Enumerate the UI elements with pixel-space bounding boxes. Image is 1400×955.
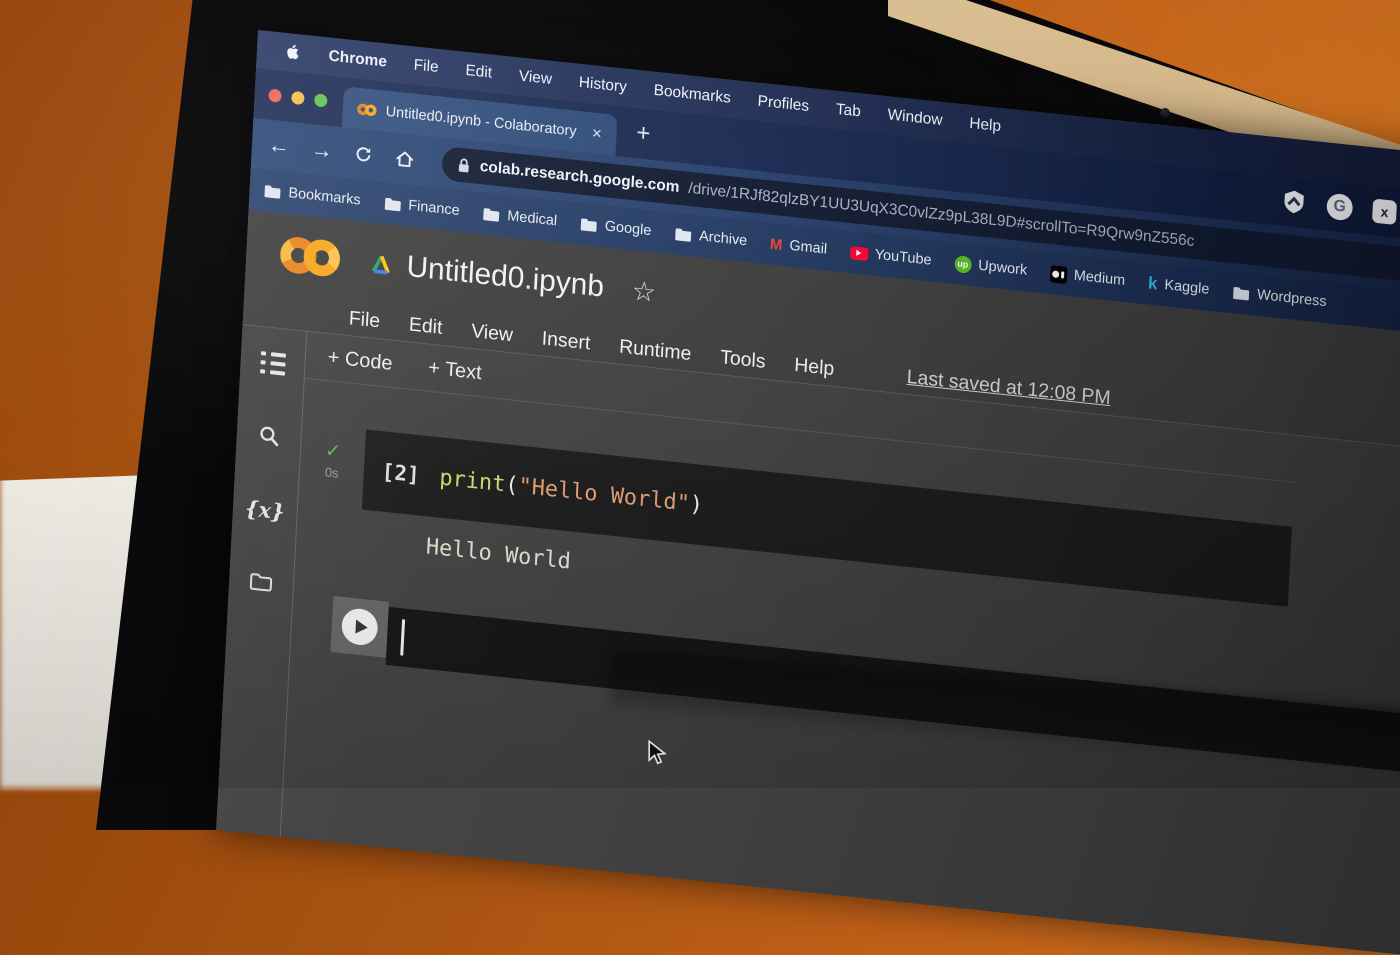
variables-icon[interactable]: {x} bbox=[245, 495, 286, 524]
zoom-window-button[interactable] bbox=[314, 92, 328, 108]
medium-icon bbox=[1049, 264, 1068, 284]
cell-duration: 0s bbox=[324, 464, 340, 481]
notebook-title[interactable]: Untitled0.ipynb bbox=[406, 250, 605, 305]
youtube-icon bbox=[849, 245, 869, 261]
table-of-contents-icon[interactable] bbox=[259, 351, 286, 376]
add-code-button[interactable]: + Code bbox=[327, 346, 393, 376]
mouse-cursor bbox=[648, 740, 667, 765]
folder-icon bbox=[580, 217, 597, 232]
folder-icon bbox=[384, 197, 401, 211]
colab-favicon bbox=[357, 103, 377, 116]
colab-menu-runtime[interactable]: Runtime bbox=[619, 335, 692, 366]
menu-item-view[interactable]: View bbox=[518, 68, 552, 89]
bookmark-label: Archive bbox=[698, 228, 748, 250]
bookmark-label: Medical bbox=[506, 208, 558, 230]
bookmark-label: YouTube bbox=[874, 246, 932, 269]
bookmark-label: Upwork bbox=[977, 257, 1028, 279]
colab-menu-help[interactable]: Help bbox=[794, 353, 835, 380]
shield-extension-icon[interactable] bbox=[1280, 188, 1307, 217]
drive-icon bbox=[371, 254, 390, 275]
bookmark-archive[interactable]: Archive bbox=[674, 226, 748, 250]
bookmark-google[interactable]: Google bbox=[580, 216, 652, 240]
bookmark-label: Gmail bbox=[788, 237, 828, 258]
close-window-button[interactable] bbox=[268, 87, 282, 103]
apple-icon[interactable] bbox=[284, 43, 300, 63]
bookmark-medical[interactable]: Medical bbox=[482, 205, 557, 229]
menu-item-file[interactable]: File bbox=[413, 56, 439, 77]
close-tab-icon[interactable]: ✕ bbox=[591, 125, 603, 142]
x-extension-icon[interactable]: x bbox=[1371, 198, 1398, 225]
upwork-icon: up bbox=[953, 254, 972, 274]
laptop-screen: Chrome File Edit View History Bookmarks … bbox=[216, 30, 1400, 955]
bookmark-youtube[interactable]: YouTube bbox=[849, 244, 932, 269]
folder-icon bbox=[483, 207, 500, 222]
execution-count[interactable]: [2] bbox=[381, 459, 420, 487]
lock-icon[interactable] bbox=[457, 156, 472, 174]
bookmark-finance[interactable]: Finance bbox=[383, 195, 460, 219]
colab-menu-file[interactable]: File bbox=[348, 307, 380, 333]
bookmark-label: Kaggle bbox=[1163, 277, 1210, 298]
menu-item-chrome[interactable]: Chrome bbox=[328, 48, 387, 72]
star-button[interactable]: ☆ bbox=[631, 275, 657, 309]
window-controls bbox=[254, 87, 343, 109]
menu-item-history[interactable]: History bbox=[578, 74, 627, 97]
bookmark-medium[interactable]: Medium bbox=[1049, 264, 1126, 290]
webcam bbox=[1160, 108, 1170, 118]
cell-success-check-icon: ✓ bbox=[324, 440, 342, 463]
bookmark-gmail[interactable]: M Gmail bbox=[770, 235, 828, 258]
run-cell-button[interactable] bbox=[330, 595, 390, 658]
menu-item-help[interactable]: Help bbox=[969, 115, 1002, 136]
cell-gutter: ✓ 0s bbox=[298, 423, 366, 510]
folder-icon bbox=[1233, 286, 1250, 300]
menu-item-window[interactable]: Window bbox=[887, 106, 943, 130]
bookmark-label: Wordpress bbox=[1256, 286, 1327, 311]
extension-icons: G x bbox=[1280, 188, 1398, 226]
colab-menu-tools[interactable]: Tools bbox=[720, 346, 766, 374]
colab-menu-insert[interactable]: Insert bbox=[541, 327, 591, 355]
files-folder-icon[interactable] bbox=[249, 571, 274, 594]
folder-icon bbox=[675, 227, 692, 242]
bookmark-wordpress[interactable]: Wordpress bbox=[1232, 284, 1327, 310]
colab-logo bbox=[280, 237, 340, 277]
forward-button[interactable]: → bbox=[310, 136, 333, 163]
folder-icon bbox=[264, 184, 281, 199]
bookmark-upwork[interactable]: up Upwork bbox=[953, 254, 1028, 280]
text-cursor bbox=[400, 619, 406, 656]
new-tab-button[interactable]: + bbox=[636, 119, 651, 148]
minimize-window-button[interactable] bbox=[291, 90, 305, 105]
back-button[interactable]: ← bbox=[267, 132, 290, 159]
bookmark-label: Medium bbox=[1073, 267, 1126, 290]
kaggle-icon: k bbox=[1147, 273, 1158, 294]
colab-menu-view[interactable]: View bbox=[471, 319, 514, 346]
menu-item-profiles[interactable]: Profiles bbox=[757, 93, 809, 116]
gmail-icon: M bbox=[769, 235, 783, 254]
play-icon bbox=[340, 607, 379, 647]
add-text-button[interactable]: + Text bbox=[428, 356, 482, 385]
menu-item-tab[interactable]: Tab bbox=[835, 101, 861, 122]
bookmark-label: Bookmarks bbox=[288, 185, 362, 209]
menu-item-edit[interactable]: Edit bbox=[465, 62, 492, 83]
home-button[interactable] bbox=[394, 147, 416, 170]
bookmark-kaggle[interactable]: k Kaggle bbox=[1148, 273, 1210, 299]
url-host: colab.research.google.com bbox=[479, 157, 680, 196]
reload-button[interactable] bbox=[353, 144, 374, 166]
code-line: print("Hello World") bbox=[438, 464, 704, 518]
google-extension-icon[interactable]: G bbox=[1326, 192, 1354, 222]
search-icon[interactable] bbox=[257, 423, 281, 448]
bookmark-bookmarks[interactable]: Bookmarks bbox=[263, 182, 362, 209]
colab-menu-edit[interactable]: Edit bbox=[408, 313, 443, 340]
menu-item-bookmarks[interactable]: Bookmarks bbox=[653, 82, 731, 108]
bookmark-label: Google bbox=[604, 218, 652, 240]
bookmark-label: Finance bbox=[407, 197, 461, 220]
